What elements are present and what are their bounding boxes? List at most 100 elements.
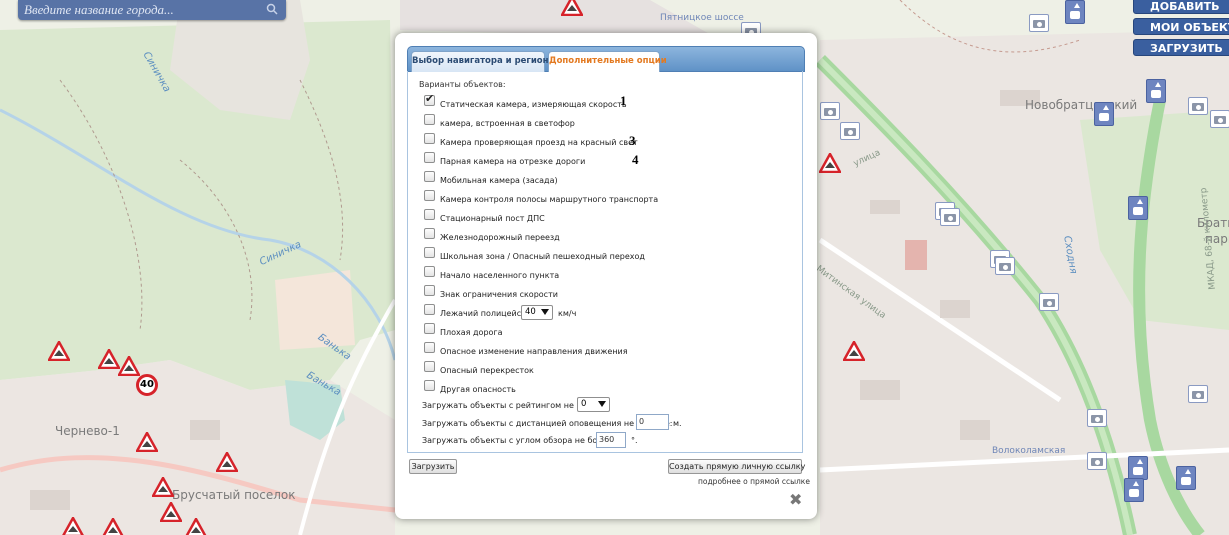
angle-label: Загружать объекты с углом обзора не боль… xyxy=(422,436,623,445)
bus-stop-marker[interactable] xyxy=(1124,478,1144,502)
camera-marker[interactable] xyxy=(1188,385,1208,403)
option-checkbox[interactable] xyxy=(424,247,435,258)
distance-unit: м. xyxy=(673,419,682,428)
hazard-marker[interactable] xyxy=(136,432,158,452)
camera-marker[interactable] xyxy=(1029,14,1049,32)
hazard-marker[interactable] xyxy=(216,452,238,472)
option-label: Стационарный пост ДПС xyxy=(440,214,545,223)
speed-limit-sign[interactable]: 40 xyxy=(136,374,158,396)
option-label: Камера проверяющая проезд на красный све… xyxy=(440,138,638,147)
options-panel xyxy=(407,71,803,453)
option-checkbox[interactable] xyxy=(424,361,435,372)
map-label-pyatnitskoe: Пятницкое шоссе xyxy=(660,13,744,23)
bus-stop-marker[interactable] xyxy=(1094,102,1114,126)
distance-label: Загружать объекты с дистанцией оповещени… xyxy=(422,419,673,428)
option-label: Опасное изменение направления движения xyxy=(440,347,628,356)
option-checkbox[interactable] xyxy=(424,92,435,106)
add-button[interactable]: ДОБАВИТЬ xyxy=(1133,0,1229,14)
chevron-down-icon xyxy=(598,401,606,407)
camera-marker[interactable] xyxy=(1039,293,1059,311)
hazard-marker[interactable] xyxy=(48,341,70,361)
option-checkbox[interactable] xyxy=(424,304,435,315)
option-label: Опасный перекресток xyxy=(440,366,534,375)
bus-stop-marker[interactable] xyxy=(1128,456,1148,480)
option-label: Железнодорожный переезд xyxy=(440,233,560,242)
option-label: Парная камера на отрезке дороги xyxy=(440,157,586,166)
hazard-marker[interactable] xyxy=(98,349,120,369)
annotation-3: 3 xyxy=(629,133,636,148)
angle-input[interactable]: 360 xyxy=(596,432,626,448)
option-checkbox[interactable] xyxy=(424,380,435,391)
close-icon[interactable]: ✖ xyxy=(789,490,802,509)
option-checkbox[interactable] xyxy=(424,285,435,296)
option-label: Начало населенного пункта xyxy=(440,271,560,280)
tab-additional-options[interactable]: Дополнительные опции xyxy=(548,51,667,72)
city-search-input[interactable] xyxy=(24,1,254,18)
option-label: камера, встроенная в светофор xyxy=(440,119,575,128)
camera-marker[interactable] xyxy=(840,122,860,140)
hazard-marker[interactable] xyxy=(160,502,182,522)
option-checkbox[interactable] xyxy=(424,342,435,353)
rating-select-value: 0 xyxy=(581,399,587,409)
annotation-4: 4 xyxy=(632,152,639,167)
hazard-marker[interactable] xyxy=(118,356,140,376)
annotation-1: 1 xyxy=(620,93,627,108)
rating-label: Загружать объекты с рейтингом не ниже: xyxy=(422,401,602,410)
load-button[interactable]: Загрузить xyxy=(409,459,457,474)
option-checkbox[interactable] xyxy=(424,323,435,334)
hazard-marker[interactable] xyxy=(185,518,207,535)
camera-marker[interactable] xyxy=(1188,97,1208,115)
map-label-volokolamskaya: Волоколамская xyxy=(992,446,1066,456)
camera-marker[interactable] xyxy=(1210,110,1229,128)
rating-select[interactable]: 0 xyxy=(577,397,610,412)
speed-bump-select-value: 40 xyxy=(525,307,536,317)
camera-marker[interactable] xyxy=(1087,452,1107,470)
option-checkbox[interactable] xyxy=(424,190,435,201)
map-label-novobratsevsky: Новобратцевский xyxy=(1025,98,1138,112)
load-top-button[interactable]: ЗАГРУЗИТЬ xyxy=(1133,39,1229,56)
hazard-marker[interactable] xyxy=(843,341,865,361)
search-icon[interactable] xyxy=(266,3,278,15)
hazard-marker[interactable] xyxy=(152,477,174,497)
map-label-chernevo: Чернево-1 xyxy=(55,424,120,438)
map-label-brusyatiy: Брусчатый поселок xyxy=(172,488,296,502)
hazard-marker[interactable] xyxy=(561,0,583,16)
option-label: Статическая камера, измеряющая скорость xyxy=(440,100,627,109)
camera-marker[interactable] xyxy=(940,208,960,226)
camera-marker[interactable] xyxy=(1087,409,1107,427)
bus-stop-marker[interactable] xyxy=(1176,466,1196,490)
hazard-marker[interactable] xyxy=(819,153,841,173)
bus-stop-marker[interactable] xyxy=(1065,0,1085,24)
tab-navigator-region[interactable]: Выбор навигатора и региона xyxy=(411,51,554,72)
option-label: Знак ограничения скорости xyxy=(440,290,558,299)
option-checkbox[interactable] xyxy=(424,228,435,239)
speed-bump-unit: км/ч xyxy=(558,309,577,318)
option-checkbox[interactable] xyxy=(424,133,435,144)
create-link-button[interactable]: Создать прямую личную ссылку xyxy=(668,459,805,474)
hazard-marker[interactable] xyxy=(62,517,84,535)
camera-marker[interactable] xyxy=(820,102,840,120)
option-checkbox[interactable] xyxy=(424,114,435,125)
option-checkbox[interactable] xyxy=(424,152,435,163)
angle-unit: °. xyxy=(631,436,638,445)
hazard-marker[interactable] xyxy=(102,518,124,535)
option-checkbox[interactable] xyxy=(424,209,435,220)
camera-marker[interactable] xyxy=(995,257,1015,275)
speed-bump-select[interactable]: 40 xyxy=(521,305,553,320)
bus-stop-marker[interactable] xyxy=(1146,79,1166,103)
distance-input[interactable]: 0 xyxy=(636,414,669,430)
tab-bar: Выбор навигатора и региона Дополнительны… xyxy=(407,46,805,72)
option-label: Плохая дорога xyxy=(440,328,503,337)
options-dialog: Выбор навигатора и региона Дополнительны… xyxy=(395,33,817,519)
options-title: Варианты объектов: xyxy=(419,80,506,89)
chevron-down-icon xyxy=(541,309,549,315)
option-label: Школьная зона / Опасный пешеходный перех… xyxy=(440,252,645,261)
city-search xyxy=(18,0,286,20)
option-checkbox[interactable] xyxy=(424,171,435,182)
option-label: Другая опасность xyxy=(440,385,516,394)
bus-stop-marker[interactable] xyxy=(1128,196,1148,220)
option-checkbox[interactable] xyxy=(424,266,435,277)
my-objects-button[interactable]: МОИ ОБЪЕКТЫ xyxy=(1133,18,1229,35)
more-about-link[interactable]: подробнее о прямой ссылке xyxy=(698,477,810,486)
option-label: Камера контроля полосы маршрутного транс… xyxy=(440,195,659,204)
